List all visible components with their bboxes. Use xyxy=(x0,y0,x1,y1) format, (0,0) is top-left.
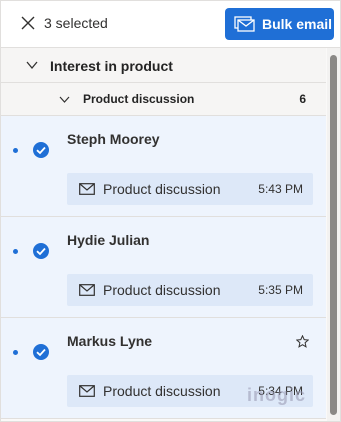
list-item[interactable]: Hydie Julian Product discussion 5:35 PM xyxy=(1,217,326,318)
selected-count-text: 3 selected xyxy=(44,15,108,31)
unread-indicator xyxy=(13,249,18,254)
selection-header: 3 selected Bulk email xyxy=(1,1,340,48)
activity-list: Interest in product Product discussion 6… xyxy=(1,48,326,421)
list-item[interactable]: Steph Moorey Product discussion 5:43 PM xyxy=(1,116,326,217)
mail-icon xyxy=(79,284,95,296)
scrollbar-thumb[interactable] xyxy=(330,55,337,415)
app-frame: 3 selected Bulk email Interest in produc… xyxy=(0,0,341,422)
activity-time: 5:43 PM xyxy=(258,182,303,196)
star-icon[interactable] xyxy=(296,335,309,348)
subgroup-count: 6 xyxy=(299,92,306,106)
mail-icon xyxy=(79,183,95,195)
unread-indicator xyxy=(13,148,18,153)
bulk-email-label: Bulk email xyxy=(262,16,333,32)
contact-name[interactable]: Hydie Julian xyxy=(67,232,149,248)
contact-name[interactable]: Markus Lyne xyxy=(67,333,152,349)
group-header[interactable]: Interest in product xyxy=(1,48,326,83)
group-title: Interest in product xyxy=(50,58,173,74)
subgroup-title: Product discussion xyxy=(83,92,195,106)
checkmark-circle-icon[interactable] xyxy=(32,141,50,159)
activity-subject: Product discussion xyxy=(103,181,221,197)
watermark-logo: inogic xyxy=(247,385,306,405)
activity-subject: Product discussion xyxy=(103,383,221,399)
subgroup-header[interactable]: Product discussion 6 xyxy=(1,83,326,116)
chevron-down-icon[interactable] xyxy=(59,95,70,104)
activity-card[interactable]: Product discussion 5:43 PM xyxy=(67,173,313,205)
mail-icon xyxy=(79,385,95,397)
contact-name[interactable]: Steph Moorey xyxy=(67,131,160,147)
activity-time: 5:35 PM xyxy=(258,283,303,297)
activity-subject: Product discussion xyxy=(103,282,221,298)
unread-indicator xyxy=(13,350,18,355)
checkmark-circle-icon[interactable] xyxy=(32,242,50,260)
close-icon[interactable] xyxy=(21,16,35,30)
activity-card[interactable]: Product discussion 5:35 PM xyxy=(67,274,313,306)
checkmark-circle-icon[interactable] xyxy=(32,343,50,361)
chevron-down-icon[interactable] xyxy=(26,60,38,70)
bulk-email-button[interactable]: Bulk email xyxy=(225,8,334,40)
bulk-email-icon xyxy=(234,16,255,32)
